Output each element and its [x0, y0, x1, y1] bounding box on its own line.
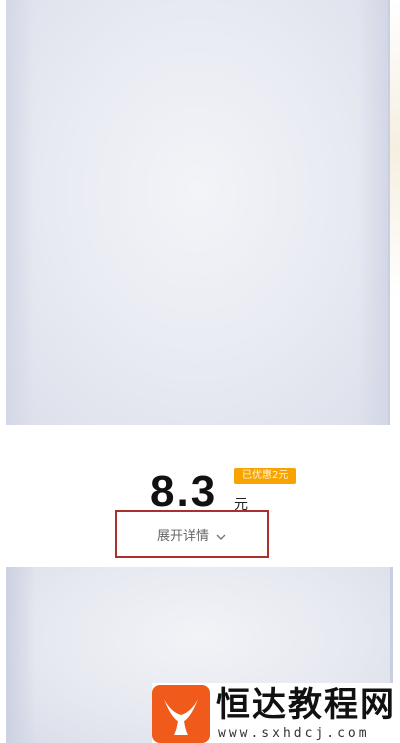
screen: 8.3 已优惠2元 元 展开详情 恒达教程网 www.sxhdcj.com [0, 0, 400, 743]
side-edge-strip [390, 0, 400, 425]
site-watermark: 恒达教程网 www.sxhdcj.com [152, 683, 400, 743]
watermark-url: www.sxhdcj.com [218, 726, 370, 741]
whale-tail-logo-icon [152, 685, 210, 743]
expand-details-label: 展开详情 [156, 528, 209, 544]
chevron-down-icon [215, 528, 227, 540]
price-value: 8.3 [150, 467, 218, 516]
expand-details-button[interactable]: 展开详情 [115, 510, 269, 558]
blurred-product-image [6, 0, 391, 425]
watermark-title: 恒达教程网 [216, 685, 396, 725]
discount-badge: 已优惠2元 [234, 468, 297, 484]
